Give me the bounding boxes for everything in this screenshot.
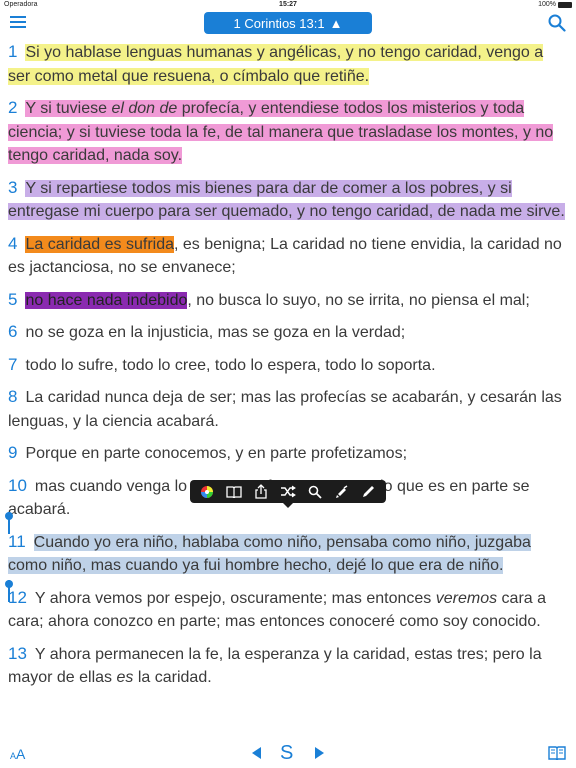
verse-number: 11 <box>8 531 26 551</box>
selection-end-handle[interactable] <box>5 580 13 602</box>
verse-number: 4 <box>8 233 18 253</box>
verse-number: 3 <box>8 177 18 197</box>
chapter-text[interactable]: 1 Si yo hablase lenguas humanas y angélic… <box>0 38 576 696</box>
share-icon[interactable] <box>251 483 271 501</box>
battery-icon <box>558 1 572 8</box>
search-icon[interactable] <box>548 14 566 32</box>
battery-percent: 100% <box>538 1 556 8</box>
verse-number: 2 <box>8 98 18 117</box>
verse-6[interactable]: 6 no se goza en la injusticia, mas se goz… <box>0 318 576 345</box>
verse-text: no se goza en la injusticia, mas se goza… <box>25 324 406 341</box>
highlighted-verse-text: Cuando yo era niño, hablaba como niño, p… <box>8 533 531 574</box>
battery-indicator: 100% <box>538 1 572 8</box>
highlighted-verse-text: el don de <box>111 100 178 117</box>
verse-2[interactable]: 2Y si tuviese el don de profecía, y ente… <box>0 94 576 168</box>
next-chapter-icon[interactable] <box>315 747 324 759</box>
chevron-up-icon: ▲ <box>329 15 343 31</box>
clock: 15:27 <box>279 1 297 8</box>
verse-3[interactable]: 3Y si repartiese todos mis bienes para d… <box>0 174 576 224</box>
verse-number: 13 <box>8 643 27 663</box>
verse-text: todo lo sufre, todo lo cree, todo lo esp… <box>25 356 436 374</box>
verse-4[interactable]: 4 La caridad es sufrida, es benigna; La c… <box>0 230 576 280</box>
verse-9[interactable]: 9 Porque en parte conocemos, y en parte p… <box>0 439 576 466</box>
selection-toolbar <box>190 480 386 508</box>
verse-7[interactable]: 7 todo lo sufre, todo lo cree, todo lo es… <box>0 351 576 378</box>
verse-text: es <box>116 669 134 686</box>
previous-chapter-icon[interactable] <box>252 747 261 759</box>
verse-5[interactable]: 5 no hace nada indebido, no busca lo suyo… <box>0 286 576 313</box>
selection-start-handle[interactable] <box>5 512 13 534</box>
verse-12[interactable]: 12 Y ahora vemos por espejo, oscuramente;… <box>0 584 576 634</box>
font-size-large-label: A <box>16 746 26 762</box>
verse-text: Porque en parte conocemos, y en parte pr… <box>25 445 408 462</box>
verse-13[interactable]: 13 Y ahora permanecen la fe, la esperanza… <box>0 640 576 690</box>
center-toggle-button[interactable]: S <box>280 742 293 765</box>
verse-number: 10 <box>8 475 27 495</box>
magnifier-icon[interactable] <box>305 483 325 501</box>
verse-text: Y ahora permanecen la fe, la esperanza y… <box>8 645 542 687</box>
nav-bar: 1 Corintios 13:1 ▲ <box>0 10 576 38</box>
color-wheel-icon[interactable] <box>197 483 217 501</box>
verse-number: 6 <box>8 322 18 341</box>
font-size-button[interactable]: AA <box>10 746 25 762</box>
verse-1[interactable]: 1 Si yo hablase lenguas humanas y angélic… <box>0 38 576 88</box>
highlighted-verse-text: no hace nada indebido <box>25 291 188 309</box>
shuffle-icon[interactable] <box>278 483 298 501</box>
verse-number: 5 <box>8 289 18 309</box>
highlighted-verse-text: Si yo hablase lenguas humanas y angélica… <box>8 44 544 85</box>
library-book-icon[interactable] <box>548 746 566 760</box>
highlighted-verse-text: La caridad es sufrida <box>25 235 174 253</box>
pen-icon[interactable] <box>358 483 378 501</box>
highlighted-verse-text: Y si repartiese todos mis bienes para da… <box>8 179 565 220</box>
verse-text: , no busca lo suyo, no se irrita, no pie… <box>187 291 530 309</box>
bottom-bar: AA S <box>0 740 576 768</box>
highlighted-verse-text: Y si tuviese <box>25 100 112 117</box>
verse-text: la caridad. <box>133 669 212 686</box>
verse-number: 8 <box>8 387 18 406</box>
verse-number: 9 <box>8 443 18 462</box>
verse-text: Y ahora vemos por espejo, oscuramente; m… <box>34 589 436 607</box>
verse-number: 1 <box>8 42 18 61</box>
verse-text: veremos <box>435 589 498 607</box>
highlighter-icon[interactable] <box>332 483 352 501</box>
verse-8[interactable]: 8 La caridad nunca deja de ser; mas las p… <box>0 383 576 433</box>
verse-number: 7 <box>8 354 18 374</box>
reference-label: 1 Corintios 13:1 <box>233 15 325 31</box>
verse-number: 12 <box>8 587 27 607</box>
book-open-icon[interactable] <box>224 483 244 501</box>
reference-selector-button[interactable]: 1 Corintios 13:1 ▲ <box>204 12 372 34</box>
verse-text: La caridad nunca deja de ser; mas las pr… <box>8 389 562 430</box>
status-bar: Operadora 15:27 100% <box>0 0 576 10</box>
verse-11[interactable]: 11 Cuando yo era niño, hablaba como niño,… <box>0 528 576 578</box>
menu-icon[interactable] <box>10 16 26 30</box>
